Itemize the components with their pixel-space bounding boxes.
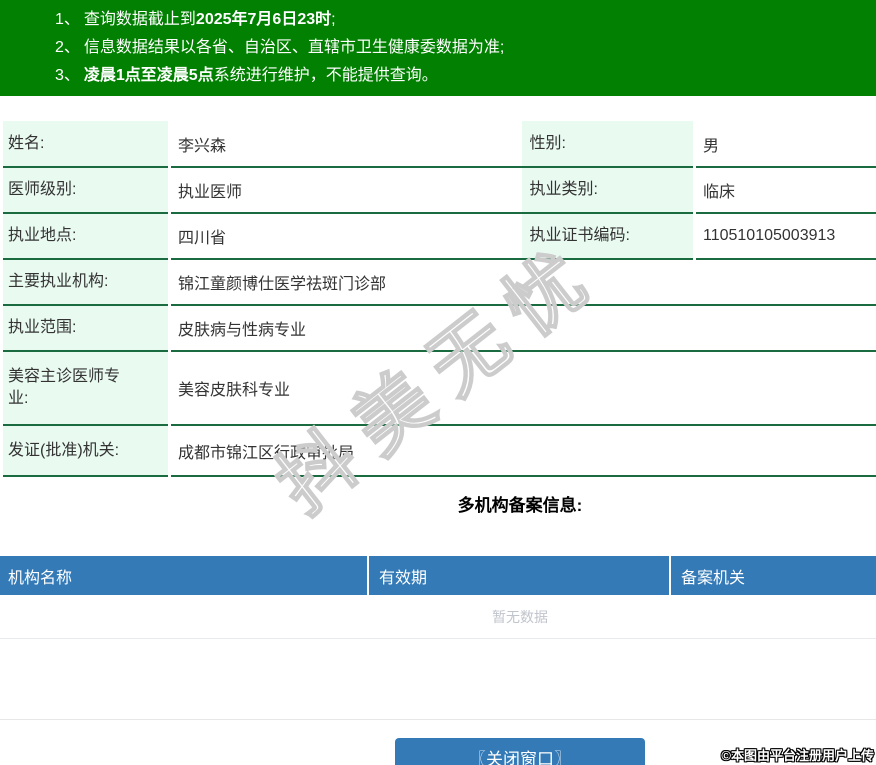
field-value-issuing-authority: 成都市锦江区行政审批局 — [169, 425, 876, 476]
field-label-name: 姓名: — [0, 121, 171, 167]
notice-line-1: 1、 查询数据截止到2025年7月6日23时; — [0, 6, 876, 34]
table-row-level-category: 医师级别: 执业医师 执业类别: 临床 — [0, 167, 876, 213]
field-label-main-institution: 主要执业机构: — [0, 259, 171, 305]
notice-line-number: 3、 — [55, 67, 80, 84]
field-label-doctor-level: 医师级别: — [0, 167, 171, 213]
physician-query-result-page: 1、 查询数据截止到2025年7月6日23时; 2、 信息数据结果以各省、自治区、直… — [0, 0, 876, 765]
notice-text: 查询数据截止到 — [83, 11, 196, 28]
field-value-doctor-level: 执业医师 — [169, 167, 522, 213]
physician-info-table: 姓名: 李兴森 性别: 男 医师级别: 执业医师 执业类别: 临床 执业地点: … — [0, 121, 876, 477]
copyright-note: ©本图由平台注册用户上传 — [721, 748, 874, 763]
column-header-filing-authority: 备案机关 — [670, 556, 876, 595]
notice-line-number: 1、 — [55, 11, 80, 28]
notice-line-3: 3、 凌晨1点至凌晨5点系统进行维护，不能提供查询。 — [0, 62, 876, 90]
table-row-issuing-authority: 发证(批准)机关: 成都市锦江区行政审批局 — [0, 425, 876, 476]
notice-text: 系统进行维护，不能提供查询。 — [213, 67, 438, 84]
table-row-cosmetic-specialty: 美容主诊医师专业: 美容皮肤科专业 — [0, 351, 876, 425]
column-header-org-name: 机构名称 — [0, 556, 369, 595]
notice-line-2: 2、 信息数据结果以各省、自治区、直辖市卫生健康委数据为准; — [0, 34, 876, 62]
field-value-practice-category: 临床 — [694, 167, 876, 213]
field-label-cosmetic-specialty: 美容主诊医师专业: — [0, 351, 171, 425]
close-window-button[interactable]: 〖关闭窗口〗 — [395, 738, 645, 765]
records-header-row: 机构名称 有效期 备案机关 — [0, 556, 876, 595]
field-value-cosmetic-specialty: 美容皮肤科专业 — [169, 351, 876, 425]
table-row-practice-scope: 执业范围: 皮肤病与性病专业 — [0, 305, 876, 351]
notice-text-bold: 2025年7月6日23时 — [195, 11, 332, 28]
footer-divider — [0, 719, 876, 720]
table-row-name-gender: 姓名: 李兴森 性别: 男 — [0, 121, 876, 167]
notice-text: ; — [331, 11, 336, 28]
field-value-certificate-number: 110510105003913 — [694, 213, 876, 259]
table-row-main-institution: 主要执业机构: 锦江童颜博仕医学祛斑门诊部 — [0, 259, 876, 305]
field-value-practice-scope: 皮肤病与性病专业 — [169, 305, 876, 351]
field-value-main-institution: 锦江童颜博仕医学祛斑门诊部 — [169, 259, 876, 305]
field-value-gender: 男 — [694, 121, 876, 167]
table-row-location-certificate: 执业地点: 四川省 执业证书编码: 110510105003913 — [0, 213, 876, 259]
notice-banner: 1、 查询数据截止到2025年7月6日23时; 2、 信息数据结果以各省、自治区、直… — [0, 0, 876, 96]
field-label-practice-scope: 执业范围: — [0, 305, 171, 351]
field-value-name: 李兴森 — [169, 121, 522, 167]
field-label-practice-location: 执业地点: — [0, 213, 171, 259]
notice-line-number: 2、 — [55, 39, 80, 56]
field-label-certificate-number: 执业证书编码: — [521, 213, 696, 259]
field-label-gender: 性别: — [521, 121, 696, 167]
multi-org-records-table: 机构名称 有效期 备案机关 暂无数据 — [0, 556, 876, 639]
empty-data-text: 暂无数据 — [0, 595, 876, 639]
column-header-validity-period: 有效期 — [368, 556, 671, 595]
field-label-practice-category: 执业类别: — [521, 167, 696, 213]
notice-text-bold: 凌晨1点至凌晨5点 — [83, 67, 214, 84]
field-label-issuing-authority: 发证(批准)机关: — [0, 425, 171, 476]
field-value-practice-location: 四川省 — [169, 213, 522, 259]
multi-org-records-heading: 多机构备案信息: — [457, 496, 583, 515]
records-empty-row: 暂无数据 — [0, 595, 876, 639]
notice-text: 信息数据结果以各省、自治区、直辖市卫生健康委数据为准; — [83, 39, 505, 56]
